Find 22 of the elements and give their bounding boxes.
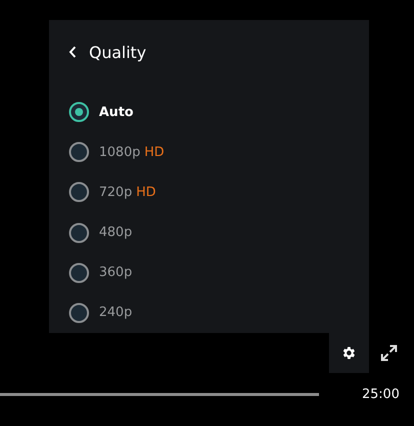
option-label[interactable]: 480p (99, 225, 132, 240)
option-label[interactable]: 720p (99, 184, 132, 200)
radio-button[interactable] (69, 142, 89, 162)
radio-button[interactable] (69, 302, 89, 323)
fullscreen-button[interactable] (379, 343, 399, 363)
option-label[interactable]: 360p (99, 265, 132, 280)
settings-icon (341, 345, 357, 361)
back-chevron-icon (69, 46, 77, 58)
hd-label: HD (144, 144, 164, 160)
option-label[interactable]: 240p (99, 305, 132, 320)
radio-button[interactable] (69, 102, 89, 122)
settings-button[interactable] (329, 333, 369, 373)
option-label[interactable]: Auto (99, 104, 134, 120)
menu-title: Quality (89, 42, 146, 62)
fullscreen-icon (380, 344, 398, 362)
radio-button[interactable] (69, 182, 89, 202)
duration-label: 25:00 (362, 387, 400, 402)
option-label[interactable]: 1080p (99, 144, 140, 160)
radio-button[interactable] (69, 222, 89, 243)
radio-button[interactable] (69, 262, 89, 283)
hd-label: HD (136, 184, 156, 200)
back-button[interactable] (69, 46, 77, 58)
